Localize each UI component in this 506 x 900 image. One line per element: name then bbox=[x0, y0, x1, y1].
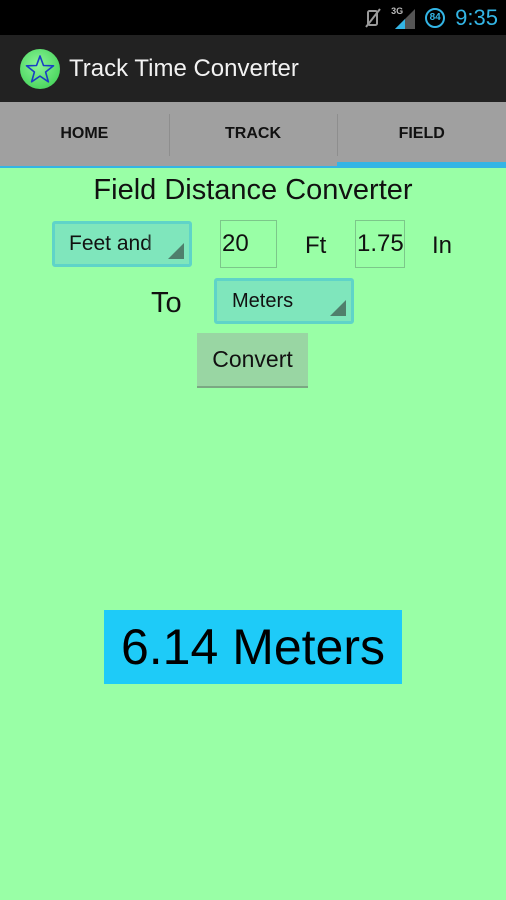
action-bar: Track Time Converter bbox=[0, 35, 506, 102]
to-label: To bbox=[151, 287, 182, 319]
app-title: Track Time Converter bbox=[69, 54, 299, 82]
vibrate-muted-icon bbox=[363, 7, 383, 29]
feet-input[interactable] bbox=[220, 220, 277, 268]
star-icon[interactable] bbox=[20, 48, 60, 89]
tab-label: HOME bbox=[60, 124, 109, 142]
to-unit-value: Meters bbox=[232, 289, 294, 312]
tab-home[interactable]: HOME bbox=[0, 102, 169, 168]
tab-bar: HOME TRACK FIELD bbox=[0, 102, 506, 168]
tab-field[interactable]: FIELD bbox=[337, 102, 506, 168]
feet-label: Ft bbox=[305, 232, 327, 259]
tab-label: FIELD bbox=[398, 124, 445, 142]
clock: 9:35 bbox=[455, 4, 498, 30]
field-converter: Field Distance Converter Feet and Ft In … bbox=[0, 168, 506, 900]
inches-label: In bbox=[432, 232, 453, 259]
convert-button[interactable]: Convert bbox=[197, 333, 308, 388]
tab-track[interactable]: TRACK bbox=[168, 102, 338, 168]
inches-input[interactable] bbox=[355, 220, 405, 268]
status-bar: 3G 84 9:35 bbox=[0, 0, 506, 35]
page-title: Field Distance Converter bbox=[93, 174, 413, 206]
dropdown-triangle-icon bbox=[330, 300, 346, 316]
to-unit-spinner[interactable]: Meters bbox=[214, 278, 354, 324]
dropdown-triangle-icon bbox=[168, 243, 184, 259]
result-text: 6.14 Meters bbox=[104, 610, 402, 684]
text-fade bbox=[147, 224, 161, 264]
from-unit-value: Feet and bbox=[69, 232, 152, 255]
tab-label: TRACK bbox=[225, 124, 281, 142]
signal-icon: 3G bbox=[391, 0, 417, 35]
status-icons: 3G 84 9:35 bbox=[363, 0, 498, 35]
battery-icon: 84 bbox=[425, 7, 446, 28]
from-unit-spinner[interactable]: Feet and bbox=[52, 221, 192, 267]
